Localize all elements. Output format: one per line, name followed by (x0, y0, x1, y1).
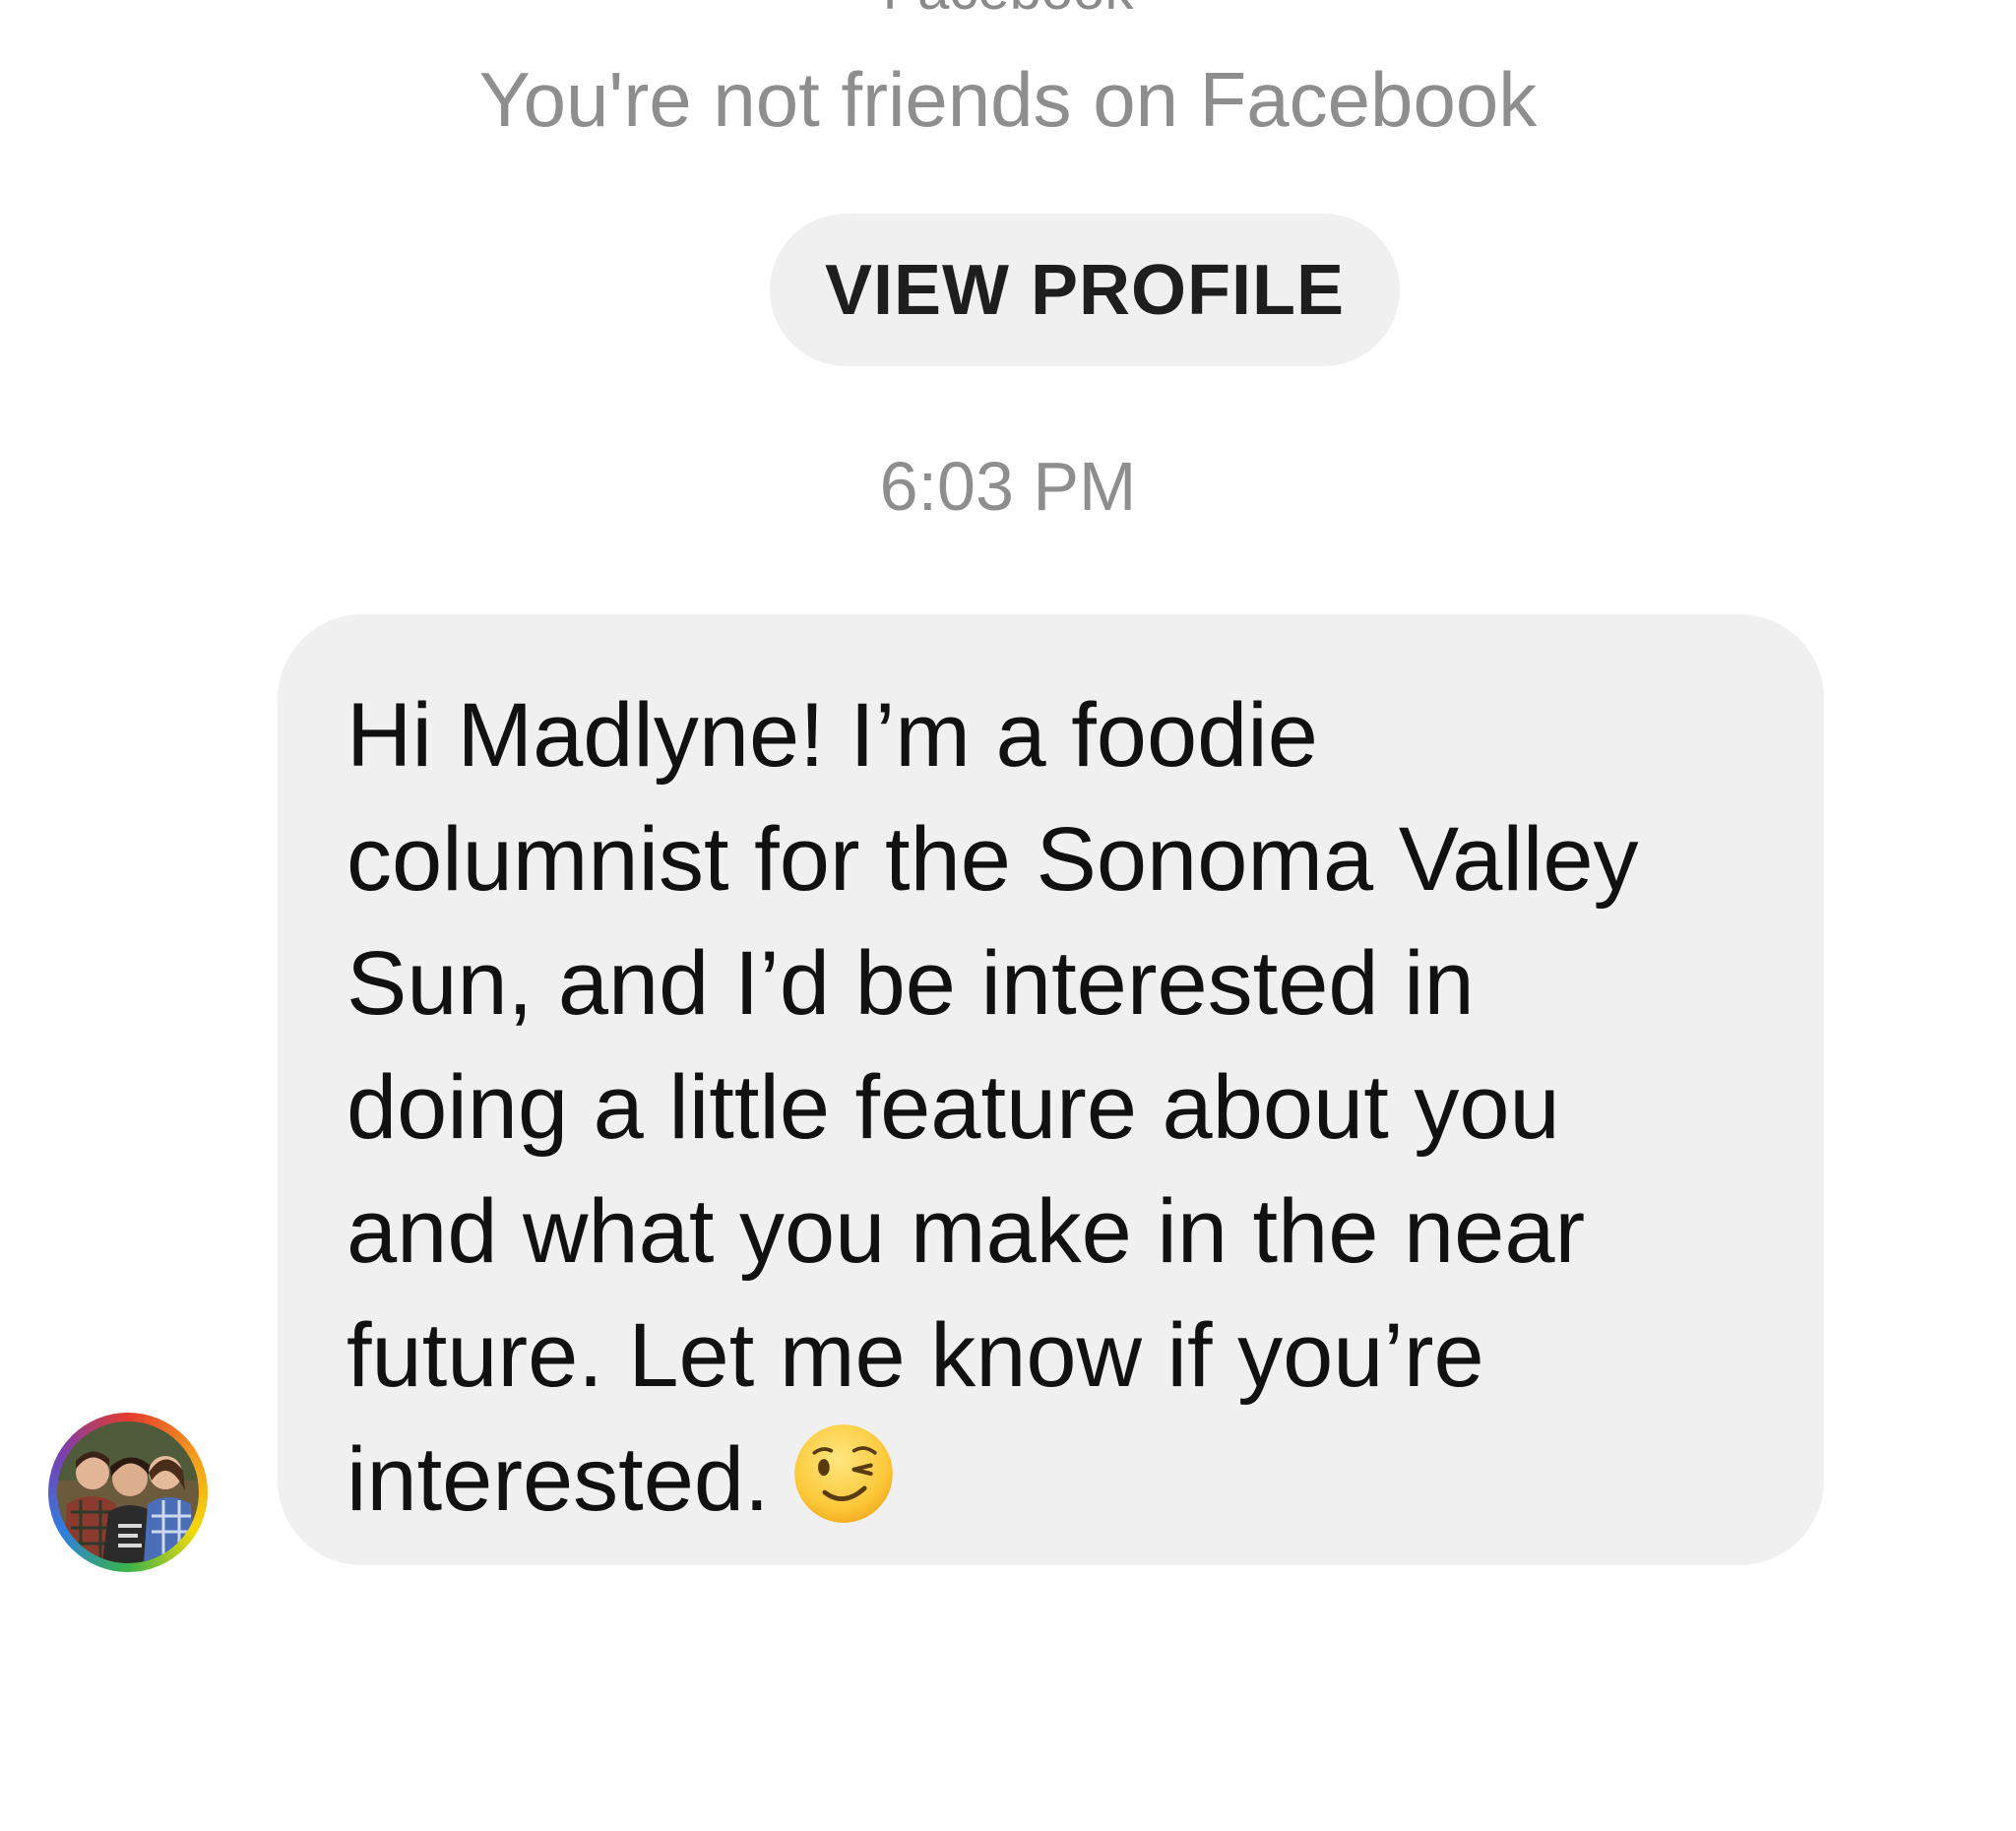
message-line: future. Let me know if you’re (346, 1305, 1484, 1406)
not-friends-notice: You're not friends on Facebook (478, 56, 1538, 143)
sender-avatar[interactable] (48, 1413, 208, 1572)
message-line: Sun, and I’d be interested in (346, 933, 1475, 1034)
message-text: Hi Madlyne! I’m a foodie columnist for t… (346, 673, 1785, 1542)
avatar-photo (57, 1421, 199, 1563)
message-line-last: interested. (346, 1418, 1785, 1542)
message-line-text: interested. (346, 1429, 770, 1530)
message-timestamp: 6:03 PM (879, 448, 1137, 525)
message-line: Hi Madlyne! I’m a foodie (346, 685, 1318, 786)
view-profile-button[interactable]: VIEW PROFILE (770, 214, 1400, 366)
message-line: and what you make in the near (346, 1181, 1586, 1282)
message-line: columnist for the Sonoma Valley (346, 809, 1639, 910)
incoming-message-bubble[interactable]: Hi Madlyne! I’m a foodie columnist for t… (278, 614, 1824, 1565)
winking-face-icon (793, 1424, 893, 1523)
contact-app-label: Facebook (0, 0, 2016, 20)
message-line: doing a little feature about you (346, 1057, 1560, 1158)
